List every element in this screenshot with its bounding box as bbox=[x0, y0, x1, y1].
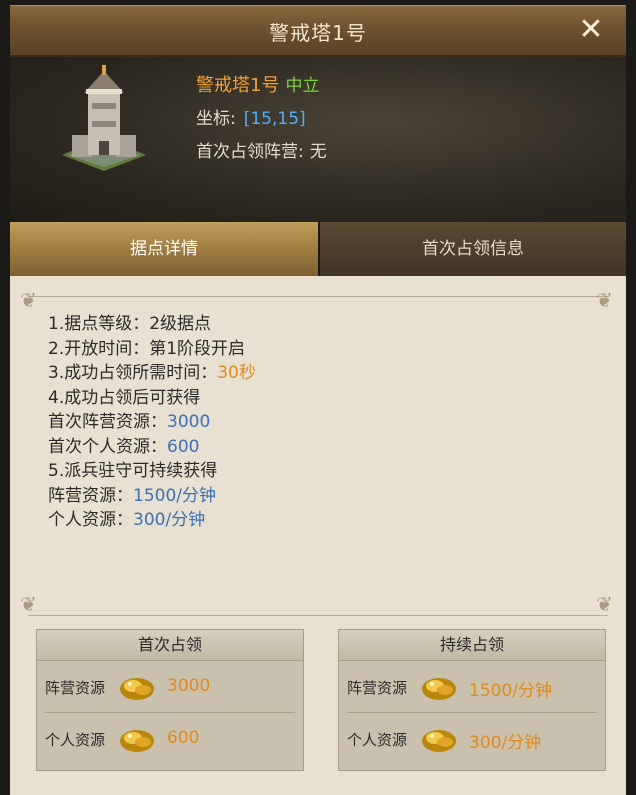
ornament-icon: ❦ bbox=[20, 592, 37, 616]
tab-details[interactable]: 据点详情 bbox=[10, 222, 318, 279]
tower-info-panel: 警戒塔1号 ✕ 警戒塔1号 中立 坐标: [15,15] 首次占领阵营: 无 据点详情 bbox=[10, 5, 626, 795]
reward-row: 个人资源 300/分钟 bbox=[339, 715, 605, 765]
coordinate-line: 坐标: [15,15] bbox=[196, 104, 306, 129]
capture-time-label: 3.成功占领所需时间： bbox=[48, 363, 218, 383]
reward-label: 阵营资源 bbox=[45, 679, 106, 697]
gold-icon bbox=[422, 730, 456, 752]
first-personal-resource-value: 600 bbox=[167, 436, 200, 457]
reward-row: 个人资源 600 bbox=[37, 715, 303, 765]
first-camp-label: 首次占领阵营: bbox=[196, 142, 304, 162]
reward-label: 阵营资源 bbox=[347, 679, 408, 697]
reward-value: 300/分钟 bbox=[469, 733, 542, 753]
tower-icon bbox=[62, 65, 146, 171]
first-camp-line: 首次占领阵营: 无 bbox=[196, 137, 327, 162]
tower-name: 警戒塔1号 bbox=[196, 75, 280, 96]
tower-name-line: 警戒塔1号 中立 bbox=[196, 71, 319, 97]
detail-reward-heading: 4.成功占领后可获得 bbox=[48, 387, 201, 408]
tab-bar: 据点详情 首次占领信息 bbox=[10, 222, 626, 279]
gold-icon bbox=[120, 730, 154, 752]
detail-garrison-heading: 5.派兵驻守可持续获得 bbox=[48, 461, 218, 481]
status-badge: 中立 bbox=[285, 76, 320, 96]
reward-row: 阵营资源 1500/分钟 bbox=[339, 663, 605, 713]
detail-first-camp-resource: 首次阵营资源：3000 bbox=[48, 410, 256, 435]
first-personal-resource-label: 首次个人资源： bbox=[48, 436, 167, 457]
tower-header: 警戒塔1号 中立 坐标: [15,15] 首次占领阵营: 无 bbox=[10, 57, 626, 222]
gold-icon bbox=[422, 678, 456, 700]
reward-value: 3000 bbox=[167, 676, 211, 696]
details-body: ❦ ❦ ❦ ❦ 1.据点等级：2级据点 2.开放时间：第1阶段开启 3.成功占领… bbox=[10, 276, 626, 795]
detail-first-personal-resource: 首次个人资源：600 bbox=[48, 435, 256, 460]
first-camp-value: 无 bbox=[309, 142, 327, 162]
row-divider bbox=[45, 712, 295, 713]
personal-resource-label: 个人资源： bbox=[48, 510, 133, 530]
close-button[interactable]: ✕ bbox=[574, 13, 608, 47]
reward-value: 600 bbox=[167, 728, 200, 748]
reward-row: 阵营资源 3000 bbox=[37, 663, 303, 713]
ornament-icon: ❦ bbox=[596, 592, 613, 616]
coordinate-value[interactable]: [15,15] bbox=[244, 109, 306, 129]
title-bar: 警戒塔1号 ✕ bbox=[10, 5, 626, 57]
first-camp-resource-value: 3000 bbox=[167, 412, 211, 432]
tab-first-capture-info[interactable]: 首次占领信息 bbox=[320, 222, 626, 276]
camp-resource-label: 阵营资源： bbox=[48, 485, 133, 506]
first-capture-card: 首次占领 阵营资源 3000 个人资源 600 bbox=[36, 629, 304, 771]
detail-level: 1.据点等级：2级据点 bbox=[48, 314, 212, 334]
personal-resource-value: 300/分钟 bbox=[133, 510, 206, 530]
reward-label: 个人资源 bbox=[347, 731, 408, 749]
ornament-icon: ❦ bbox=[20, 288, 37, 312]
reward-label: 个人资源 bbox=[45, 731, 106, 749]
coordinate-label: 坐标: bbox=[196, 109, 236, 129]
detail-camp-resource: 阵营资源：1500/分钟 bbox=[48, 484, 256, 509]
ornament-icon: ❦ bbox=[596, 288, 613, 312]
continuous-capture-card: 持续占领 阵营资源 1500/分钟 个人资源 300/分钟 bbox=[338, 629, 606, 771]
card-title: 首次占领 bbox=[37, 630, 303, 661]
reward-value: 1500/分钟 bbox=[469, 681, 552, 701]
camp-resource-value: 1500/分钟 bbox=[133, 485, 216, 506]
card-title: 持续占领 bbox=[339, 630, 605, 661]
detail-open-time: 2.开放时间：第1阶段开启 bbox=[48, 338, 246, 359]
gold-icon bbox=[120, 678, 154, 700]
details-text: 1.据点等级：2级据点 2.开放时间：第1阶段开启 3.成功占领所需时间：30秒… bbox=[48, 312, 256, 533]
capture-time-value: 30秒 bbox=[217, 363, 256, 383]
first-camp-resource-label: 首次阵营资源： bbox=[48, 412, 167, 432]
window-title: 警戒塔1号 bbox=[269, 21, 367, 45]
row-divider bbox=[347, 712, 597, 713]
detail-personal-resource: 个人资源：300/分钟 bbox=[48, 508, 256, 533]
detail-capture-time: 3.成功占领所需时间：30秒 bbox=[48, 361, 256, 386]
